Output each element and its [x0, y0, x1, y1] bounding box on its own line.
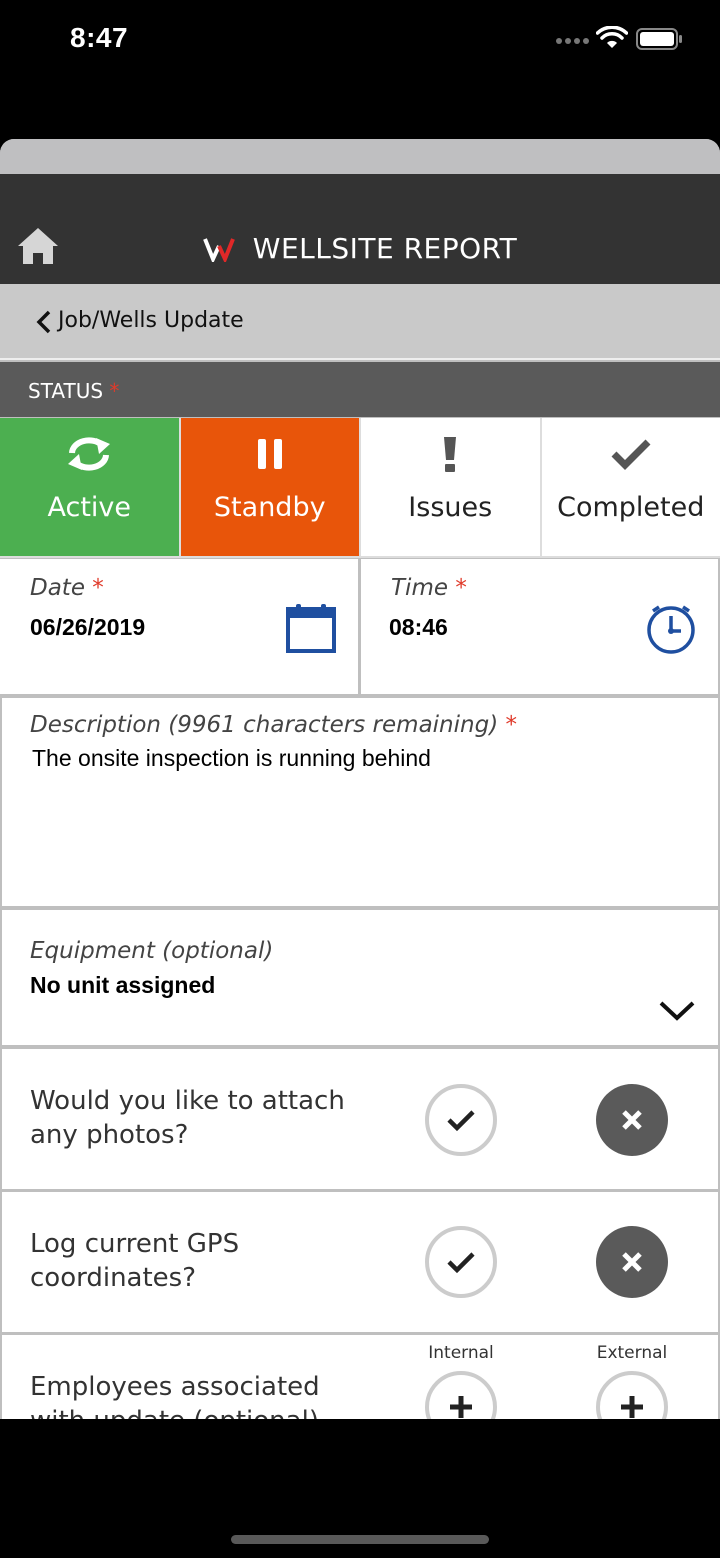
status-active-label: Active — [47, 492, 132, 523]
status-completed-button[interactable]: Completed — [541, 418, 720, 556]
checkmark-icon — [447, 1252, 475, 1274]
chevron-down-icon[interactable] — [658, 1000, 696, 1022]
status-section-header: STATUS * — [0, 362, 720, 417]
gps-question-row: Log current GPS coordinates? — [2, 1192, 718, 1332]
home-indicator[interactable] — [231, 1535, 489, 1544]
exclamation-icon — [444, 437, 457, 472]
app-sheet: WELLSITE REPORT Job/Wells Update STATUS … — [0, 139, 720, 1419]
date-value: 06/26/2019 — [30, 614, 146, 640]
wifi-icon — [596, 26, 628, 48]
battery-icon — [636, 28, 682, 50]
back-label[interactable]: Job/Wells Update — [58, 308, 244, 333]
gps-no-button[interactable] — [596, 1226, 668, 1298]
brand: WELLSITE REPORT — [0, 232, 720, 265]
wellsite-logo-icon — [202, 237, 235, 262]
plus-icon — [450, 1396, 472, 1418]
description-label: Description (9961 characters remaining) … — [30, 712, 517, 738]
checkmark-icon — [611, 439, 651, 470]
internal-label: Internal — [428, 1343, 494, 1363]
equipment-value: No unit assigned — [30, 972, 216, 998]
equipment-field[interactable]: Equipment (optional) No unit assigned — [2, 910, 718, 1045]
photos-no-button[interactable] — [596, 1084, 668, 1156]
cellular-signal-icon — [556, 36, 590, 46]
clock-icon[interactable] — [645, 603, 697, 655]
employees-text: Employees associated with update (option… — [30, 1372, 320, 1419]
back-nav[interactable]: Job/Wells Update — [0, 284, 720, 360]
pause-icon — [257, 439, 282, 469]
sheet-top-strip — [0, 139, 720, 174]
status-selector: Active Standby Issues Completed — [0, 418, 720, 558]
photos-question-row: Would you like to attach any photos? — [2, 1049, 718, 1189]
status-issues-label: Issues — [408, 492, 493, 523]
status-issues-button[interactable]: Issues — [361, 418, 540, 556]
external-label: External — [596, 1343, 668, 1363]
gps-question-text: Log current GPS coordinates? — [30, 1229, 240, 1293]
status-section-label: STATUS * — [28, 379, 120, 403]
refresh-icon — [68, 437, 111, 471]
close-icon — [622, 1252, 642, 1272]
status-time: 8:47 — [70, 22, 129, 53]
date-field[interactable]: Date * 06/26/2019 — [0, 559, 358, 694]
plus-icon — [621, 1396, 643, 1418]
description-field[interactable]: Description (9961 characters remaining) … — [2, 698, 718, 906]
photos-yes-button[interactable] — [425, 1084, 497, 1156]
status-standby-button[interactable]: Standby — [180, 418, 359, 556]
chevron-left-icon[interactable] — [36, 310, 52, 334]
time-field[interactable]: Time * 08:46 — [361, 559, 718, 694]
date-label: Date * — [30, 575, 104, 601]
time-value: 08:46 — [389, 614, 448, 640]
add-external-employee-button[interactable] — [596, 1371, 668, 1419]
add-internal-employee-button[interactable] — [425, 1371, 497, 1419]
employees-row: Internal External Employees associated w… — [2, 1335, 718, 1419]
calendar-icon[interactable] — [286, 603, 336, 653]
status-completed-label: Completed — [557, 492, 705, 523]
status-standby-label: Standby — [213, 492, 326, 523]
photos-question-text: Would you like to attach any photos? — [30, 1086, 345, 1150]
close-icon — [622, 1110, 642, 1130]
gps-yes-button[interactable] — [425, 1226, 497, 1298]
checkmark-icon — [447, 1110, 475, 1132]
app-title: WELLSITE REPORT — [252, 232, 518, 265]
description-text[interactable]: The onsite inspection is running behind — [32, 745, 431, 772]
status-active-button[interactable]: Active — [0, 418, 179, 556]
time-label: Time * — [391, 575, 467, 601]
app-header: WELLSITE REPORT — [0, 174, 720, 284]
equipment-label: Equipment (optional) — [30, 938, 274, 964]
status-bar: 8:47 — [0, 0, 720, 80]
